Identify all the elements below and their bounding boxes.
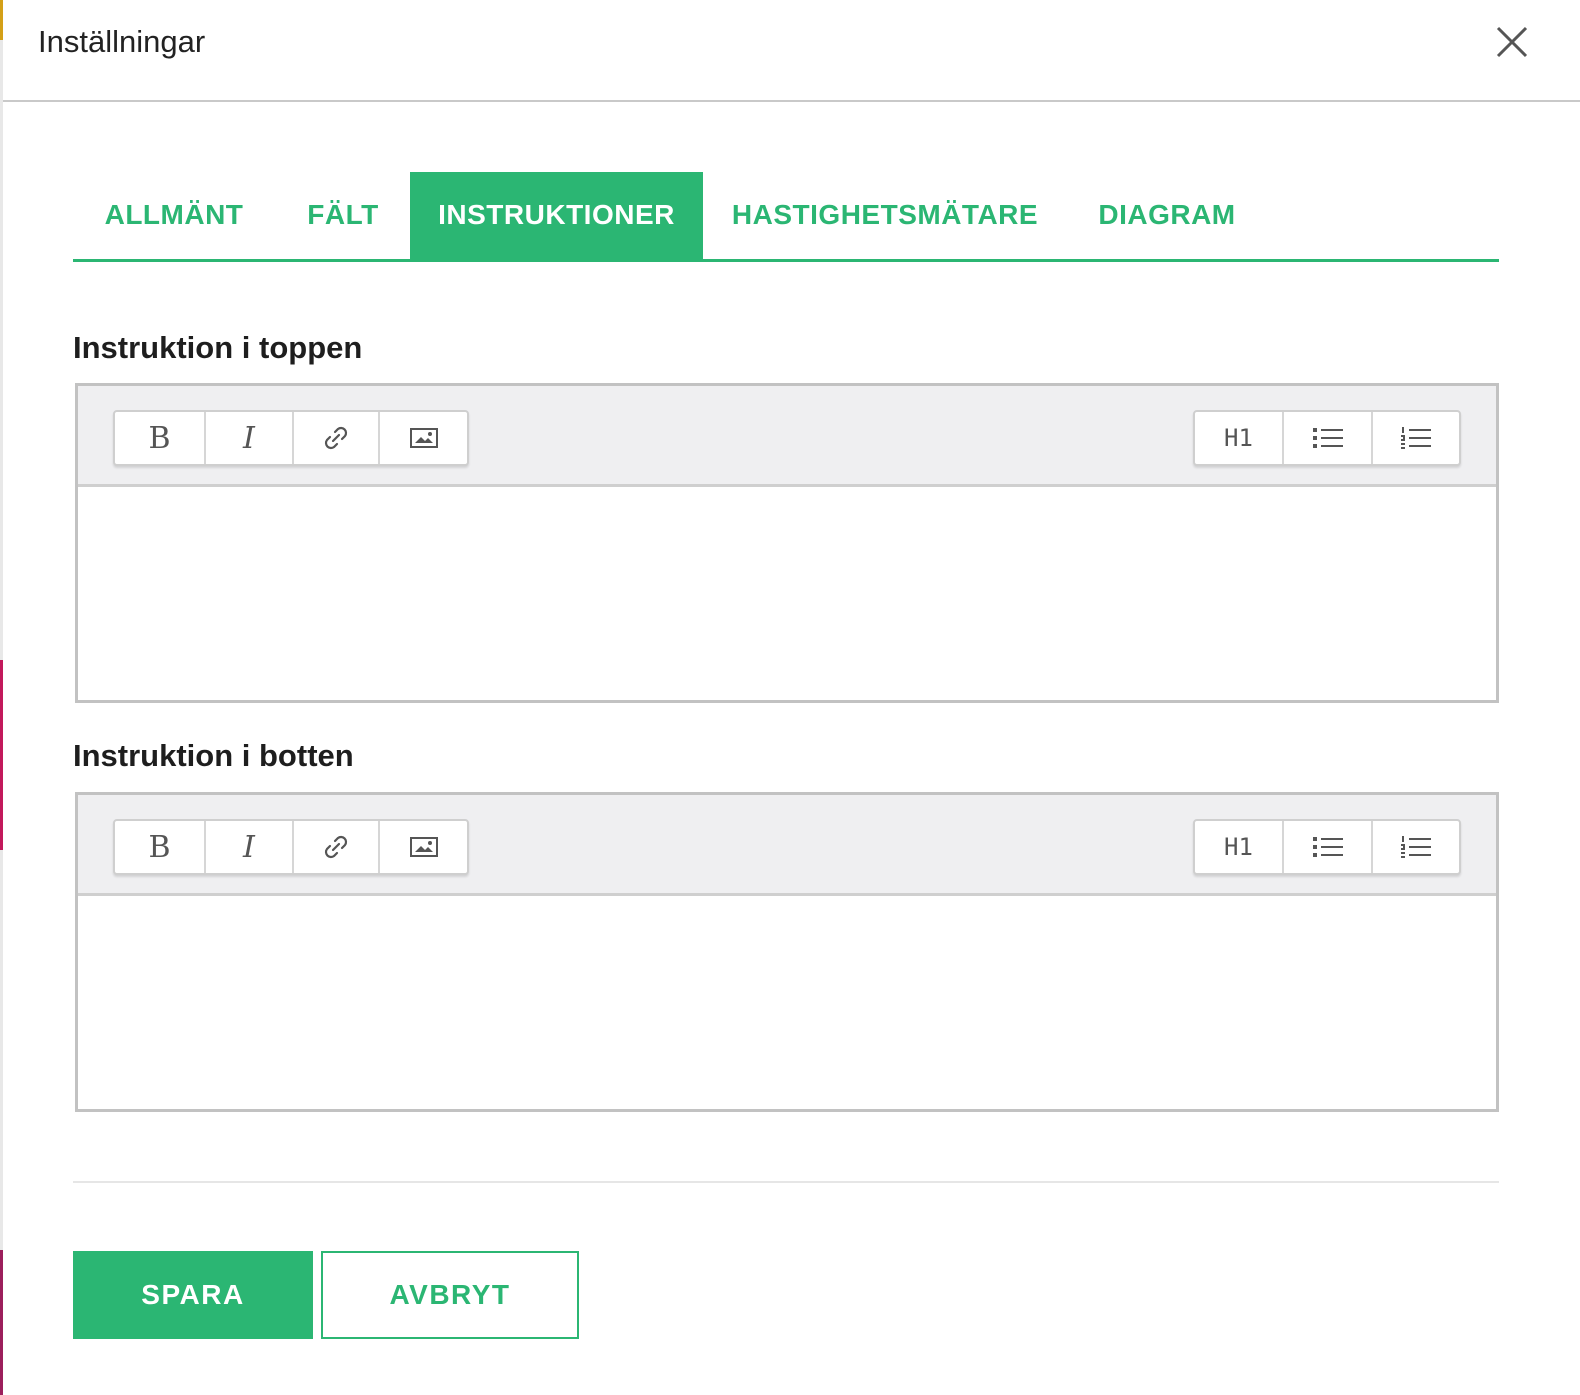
tab-instruktioner[interactable]: INSTRUKTIONER bbox=[410, 172, 703, 260]
tab-falt[interactable]: FÄLT bbox=[275, 172, 411, 260]
italic-button[interactable]: I bbox=[206, 412, 294, 464]
bulleted-list-button[interactable] bbox=[1284, 821, 1373, 873]
link-icon bbox=[324, 426, 348, 450]
block-button-group: H1 bbox=[1193, 819, 1461, 875]
heading-icon: H1 bbox=[1224, 833, 1253, 861]
link-button[interactable] bbox=[294, 821, 380, 873]
numbered-list-button[interactable] bbox=[1373, 412, 1459, 464]
heading-button[interactable]: H1 bbox=[1195, 412, 1284, 464]
bulleted-list-icon bbox=[1312, 837, 1343, 857]
tab-diagram[interactable]: DIAGRAM bbox=[1067, 172, 1267, 260]
bulleted-list-button[interactable] bbox=[1284, 412, 1373, 464]
numbered-list-icon bbox=[1401, 427, 1431, 449]
italic-icon: I bbox=[243, 420, 255, 456]
editor-toolbar: B I H1 bbox=[78, 795, 1496, 896]
bold-icon: B bbox=[148, 829, 171, 865]
block-button-group: H1 bbox=[1193, 410, 1461, 466]
tab-allmant[interactable]: ALLMÄNT bbox=[73, 172, 275, 260]
save-button[interactable]: SPARA bbox=[73, 1251, 313, 1339]
image-icon bbox=[409, 837, 438, 857]
bulleted-list-icon bbox=[1312, 428, 1343, 448]
bold-button[interactable]: B bbox=[115, 412, 206, 464]
link-button[interactable] bbox=[294, 412, 380, 464]
italic-icon: I bbox=[243, 829, 255, 865]
top-instruction-textarea[interactable] bbox=[78, 487, 1496, 700]
dialog-title: Inställningar bbox=[38, 24, 206, 59]
bottom-instruction-label: Instruktion i botten bbox=[73, 738, 354, 773]
bottom-instruction-editor: B I H1 bbox=[75, 792, 1499, 1112]
image-button[interactable] bbox=[380, 821, 467, 873]
bold-icon: B bbox=[148, 420, 171, 456]
link-icon bbox=[324, 835, 348, 859]
top-instruction-label: Instruktion i toppen bbox=[73, 330, 363, 365]
cancel-button[interactable]: AVBRYT bbox=[321, 1251, 579, 1339]
tab-hastighetsmatare[interactable]: HASTIGHETSMÄTARE bbox=[703, 172, 1067, 260]
numbered-list-icon bbox=[1401, 836, 1431, 858]
heading-button[interactable]: H1 bbox=[1195, 821, 1284, 873]
numbered-list-button[interactable] bbox=[1373, 821, 1459, 873]
format-button-group: B I bbox=[113, 819, 469, 875]
tab-bar: ALLMÄNT FÄLT INSTRUKTIONER HASTIGHETSMÄT… bbox=[73, 172, 1499, 262]
image-icon bbox=[409, 428, 438, 448]
heading-icon: H1 bbox=[1224, 424, 1253, 452]
dialog-header: Inställningar bbox=[3, 0, 1580, 102]
settings-dialog: Inställningar ALLMÄNT FÄLT INSTRUKTIONER… bbox=[3, 0, 1580, 1395]
bold-button[interactable]: B bbox=[115, 821, 206, 873]
close-icon bbox=[1496, 26, 1528, 58]
top-instruction-editor: B I H1 bbox=[75, 383, 1499, 703]
format-button-group: B I bbox=[113, 410, 469, 466]
bottom-instruction-textarea[interactable] bbox=[78, 896, 1496, 1109]
editor-toolbar: B I H1 bbox=[78, 386, 1496, 487]
image-button[interactable] bbox=[380, 412, 467, 464]
footer-divider bbox=[73, 1181, 1499, 1183]
close-button[interactable] bbox=[1492, 22, 1532, 62]
italic-button[interactable]: I bbox=[206, 821, 294, 873]
